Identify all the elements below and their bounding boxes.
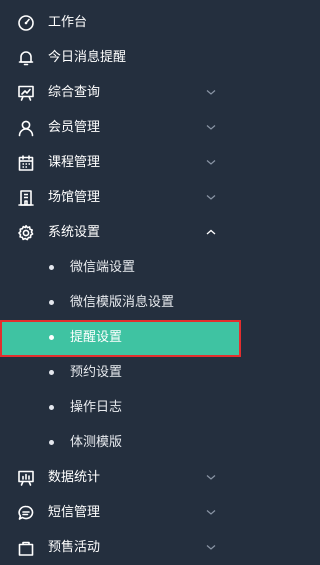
menu-item-comprehensive-query[interactable]: 综合查询 <box>0 75 241 110</box>
bullet-dot <box>49 370 54 375</box>
sidebar-menu: 工作台 今日消息提醒 综合查询 会员管理 课程管理 场馆管理 系统设置 微信端设… <box>0 0 241 564</box>
menu-item-system-settings[interactable]: 系统设置 <box>0 215 241 250</box>
user-icon <box>17 119 35 137</box>
submenu-item-operation-log[interactable]: 操作日志 <box>0 390 241 425</box>
menu-item-label: 综合查询 <box>48 85 101 100</box>
menu-item-label: 短信管理 <box>48 505 101 520</box>
chevron-down-icon <box>205 193 217 201</box>
menu-item-label: 预售活动 <box>48 540 101 555</box>
menu-item-presale-activity[interactable]: 预售活动 <box>0 530 241 565</box>
chevron-down-icon <box>205 158 217 166</box>
chat-icon <box>17 504 35 522</box>
submenu-item-label: 预约设置 <box>70 365 123 380</box>
submenu-item-reminder-settings[interactable]: 提醒设置 <box>0 320 241 357</box>
bell-icon <box>17 49 35 67</box>
bullet-dot <box>49 440 54 445</box>
menu-item-member-management[interactable]: 会员管理 <box>0 110 241 145</box>
menu-item-label: 会员管理 <box>48 120 101 135</box>
bar-chart-board-icon <box>17 469 35 487</box>
submenu-item-label: 微信端设置 <box>70 260 136 275</box>
menu-item-data-statistics[interactable]: 数据统计 <box>0 460 241 495</box>
chevron-down-icon <box>205 543 217 551</box>
submenu-item-wechat-settings[interactable]: 微信端设置 <box>0 250 241 285</box>
chart-board-icon <box>17 84 35 102</box>
menu-item-venue-management[interactable]: 场馆管理 <box>0 180 241 215</box>
chevron-up-icon <box>205 228 217 236</box>
submenu-item-label: 提醒设置 <box>70 330 123 345</box>
menu-item-label: 数据统计 <box>48 470 101 485</box>
bullet-dot <box>49 300 54 305</box>
menu-item-label: 系统设置 <box>48 225 101 240</box>
menu-item-label: 课程管理 <box>48 155 101 170</box>
bullet-dot <box>49 405 54 410</box>
submenu-item-label: 操作日志 <box>70 400 123 415</box>
menu-item-label: 今日消息提醒 <box>48 50 127 65</box>
submenu-item-label: 微信模版消息设置 <box>70 295 175 310</box>
bag-icon <box>17 539 35 557</box>
gear-icon <box>17 224 35 242</box>
menu-item-label: 工作台 <box>48 15 88 30</box>
menu-item-dashboard[interactable]: 工作台 <box>0 5 241 40</box>
menu-item-label: 场馆管理 <box>48 190 101 205</box>
submenu-item-booking-settings[interactable]: 预约设置 <box>0 355 241 390</box>
building-icon <box>17 189 35 207</box>
submenu-item-label: 体测模版 <box>70 435 123 450</box>
chevron-down-icon <box>205 88 217 96</box>
bullet-dot <box>49 335 54 340</box>
submenu-item-wechat-template-message-settings[interactable]: 微信模版消息设置 <box>0 285 241 320</box>
menu-item-today-reminders[interactable]: 今日消息提醒 <box>0 40 241 75</box>
chevron-down-icon <box>205 123 217 131</box>
submenu-item-body-test-template[interactable]: 体测模版 <box>0 425 241 460</box>
calendar-icon <box>17 154 35 172</box>
dashboard-icon <box>17 14 35 32</box>
chevron-down-icon <box>205 508 217 516</box>
menu-item-sms-management[interactable]: 短信管理 <box>0 495 241 530</box>
chevron-down-icon <box>205 473 217 481</box>
bullet-dot <box>49 265 54 270</box>
menu-item-course-management[interactable]: 课程管理 <box>0 145 241 180</box>
